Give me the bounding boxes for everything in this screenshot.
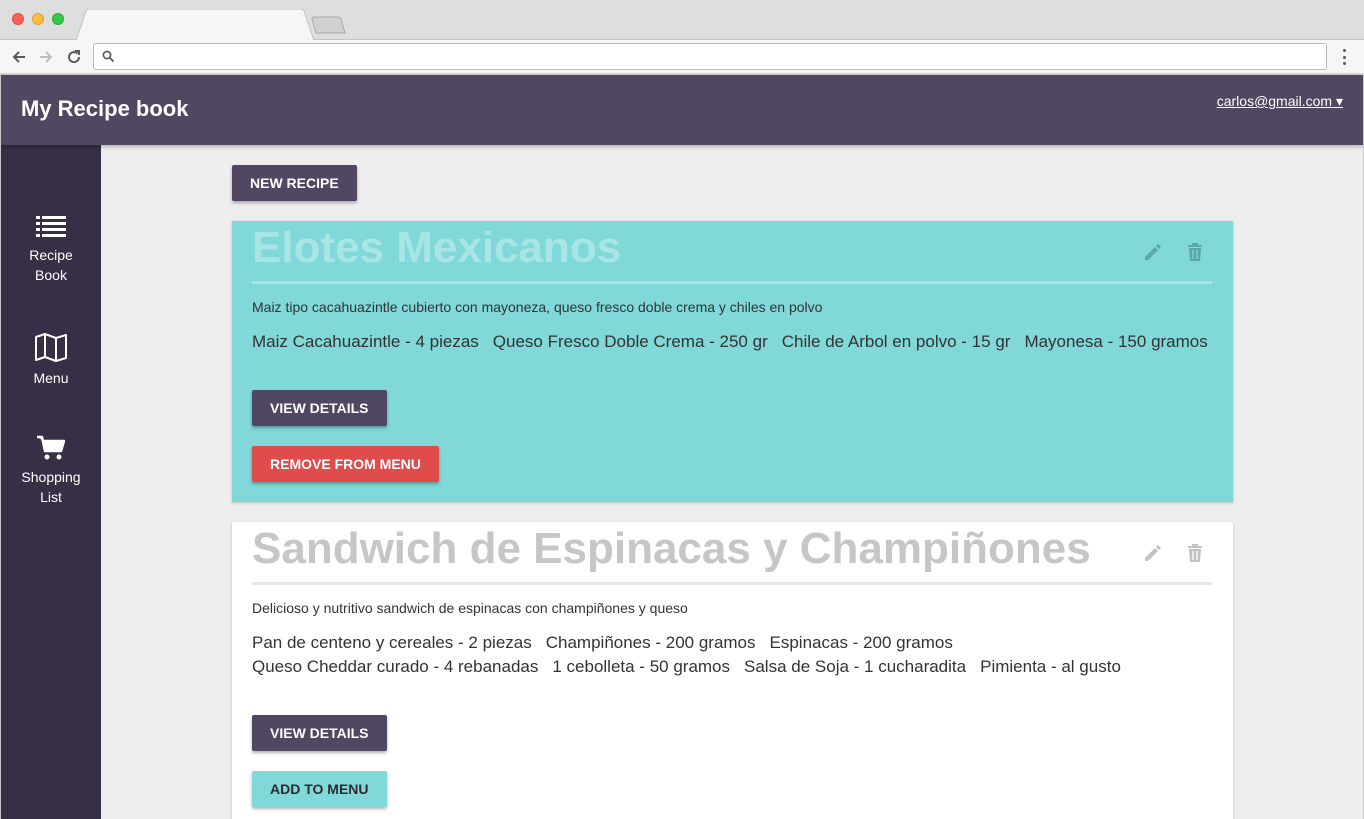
browser-toolbar <box>0 40 1364 74</box>
ingredient-item: Champiñones - 200 gramos <box>545 633 756 652</box>
sidebar: Recipe Book Menu Shopping List <box>1 145 101 819</box>
ingredient-list: Maiz Cacahuazintle - 4 piezas Queso Fresc… <box>252 330 1212 354</box>
browser-titlebar <box>0 0 1364 41</box>
sidebar-item-recipe-book[interactable]: Recipe Book <box>1 215 101 285</box>
sidebar-item-menu[interactable]: Menu <box>1 332 101 388</box>
close-window-button[interactable] <box>12 13 24 25</box>
cart-icon <box>37 435 65 460</box>
trash-icon[interactable] <box>1185 242 1205 262</box>
recipe-description: Maiz tipo cacahuazintle cubierto con may… <box>252 299 823 315</box>
ingredient-list: Pan de centeno y cereales - 2 piezas Cham… <box>252 631 1212 679</box>
ingredient-item: Chile de Arbol en polvo - 15 gr <box>781 332 1011 351</box>
browser-tab[interactable] <box>76 9 314 41</box>
minimize-window-button[interactable] <box>32 13 44 25</box>
maximize-window-button[interactable] <box>52 13 64 25</box>
ingredient-item: Queso Cheddar curado - 4 rebanadas <box>252 657 539 676</box>
edit-pencil-icon[interactable] <box>1143 543 1163 563</box>
search-icon <box>102 50 115 63</box>
app-header: My Recipe book carlos@gmail.com ▾ <box>1 75 1363 145</box>
sidebar-item-label: Shopping List <box>21 469 81 505</box>
ingredient-item: Pan de centeno y cereales - 2 piezas <box>252 633 532 652</box>
arrow-right-icon <box>40 51 53 63</box>
add-to-menu-button[interactable]: ADD TO MENU <box>252 771 387 807</box>
view-details-button[interactable]: VIEW DETAILS <box>252 390 387 426</box>
new-tab-button[interactable] <box>310 15 348 35</box>
ingredient-item: Mayonesa - 150 gramos <box>1024 332 1208 351</box>
ingredient-item: Queso Fresco Doble Crema - 250 gr <box>492 332 768 351</box>
ingredient-item: Pimienta - al gusto <box>980 657 1121 676</box>
recipe-title: Sandwich de Espinacas y Champiñones <box>252 524 1091 573</box>
reload-icon <box>68 50 81 64</box>
user-menu-link[interactable]: carlos@gmail.com ▾ <box>1217 93 1343 110</box>
remove-from-menu-button[interactable]: REMOVE FROM MENU <box>252 446 439 482</box>
recipe-card: Elotes Mexicanos Maiz tipo cacahuazintle… <box>232 221 1233 502</box>
reload-button[interactable] <box>63 46 85 68</box>
new-recipe-button[interactable]: NEW RECIPE <box>232 165 357 201</box>
back-button[interactable] <box>8 46 30 68</box>
recipe-card: Sandwich de Espinacas y Champiñones Deli… <box>232 522 1233 819</box>
address-input[interactable] <box>120 47 1310 66</box>
app-title: My Recipe book <box>21 96 189 121</box>
edit-pencil-icon[interactable] <box>1143 242 1163 262</box>
ingredient-item: Maiz Cacahuazintle - 4 piezas <box>252 332 479 351</box>
view-details-button[interactable]: VIEW DETAILS <box>252 715 387 751</box>
recipe-title: Elotes Mexicanos <box>252 223 622 272</box>
arrow-left-icon <box>12 51 25 63</box>
recipe-description: Delicioso y nutritivo sandwich de espina… <box>252 600 688 616</box>
ingredient-item: Espinacas - 200 gramos <box>769 633 953 652</box>
list-icon <box>36 216 66 237</box>
trash-icon[interactable] <box>1185 543 1205 563</box>
forward-button[interactable] <box>35 46 57 68</box>
main-content: NEW RECIPE Elotes Mexicanos Maiz tipo ca… <box>101 145 1363 819</box>
title-divider <box>252 281 1212 284</box>
sidebar-item-label: Recipe Book <box>29 247 73 283</box>
ingredient-item: 1 cebolleta - 50 gramos <box>552 657 731 676</box>
ingredient-item: Salsa de Soja - 1 cucharadita <box>744 657 967 676</box>
app-window: My Recipe book carlos@gmail.com ▾ Recipe… <box>1 75 1363 819</box>
map-icon <box>35 333 67 362</box>
sidebar-item-shopping-list[interactable]: Shopping List <box>1 435 101 507</box>
title-divider <box>252 582 1212 585</box>
browser-menu-button[interactable] <box>1336 48 1352 66</box>
address-bar[interactable] <box>93 43 1327 70</box>
sidebar-item-label: Menu <box>33 370 69 386</box>
